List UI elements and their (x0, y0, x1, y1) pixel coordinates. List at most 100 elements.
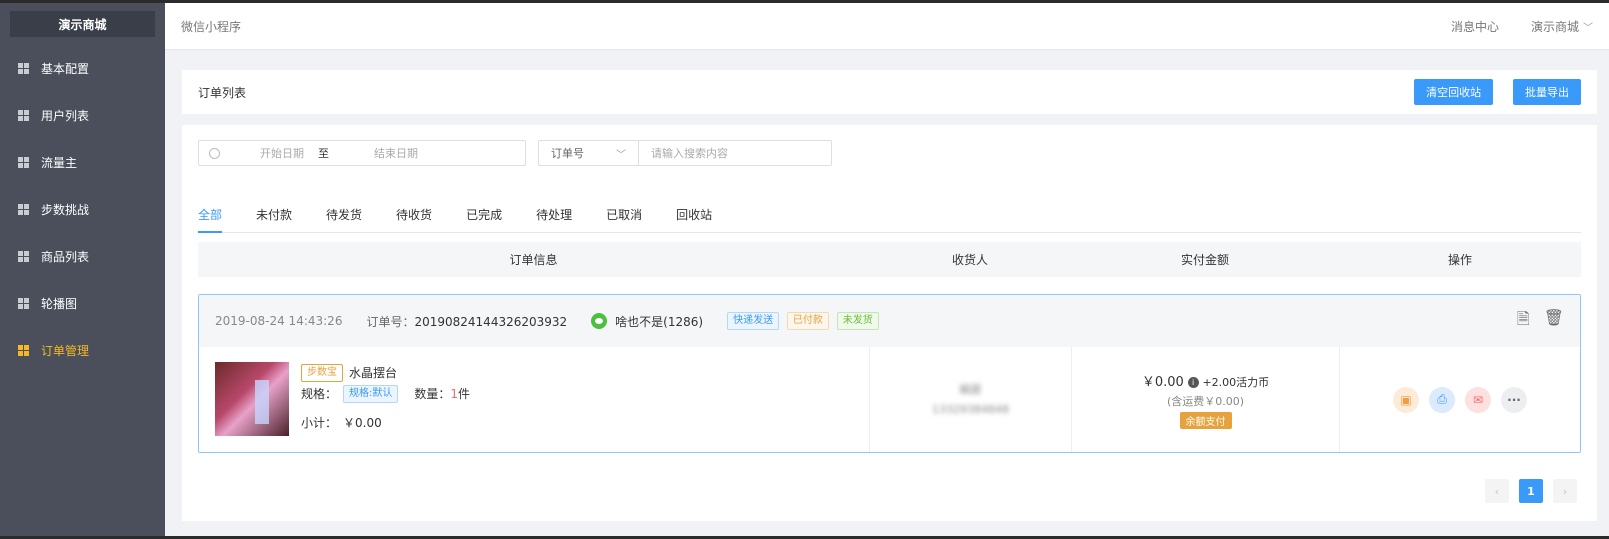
sidebar: 演示商城 基本配置 用户列表 流量主 步数挑战 商品列表 轮播图 订单管理 (0, 3, 165, 536)
coin-amount: +2.00活力币 (1202, 375, 1270, 389)
tab-unpaid[interactable]: 未付款 (256, 205, 292, 233)
store-name: 演示商城 (1530, 19, 1579, 34)
search-input[interactable] (639, 141, 831, 165)
topbar-right: 消息中心 演示商城 ﹀ (1451, 18, 1593, 35)
pay-method-badge: 余额支付 (1179, 411, 1232, 429)
grid-icon (18, 157, 29, 168)
trash-icon[interactable]: 🗑 (1544, 308, 1564, 335)
sidebar-item-carousel[interactable]: 轮播图 (0, 280, 165, 327)
header-amount: 实付金额 (1180, 253, 1229, 267)
header-receiver: 收货人 (951, 253, 988, 267)
tab-cancelled[interactable]: 已取消 (606, 205, 642, 233)
sidebar-item-basic-config[interactable]: 基本配置 (0, 45, 165, 92)
table-header: 订单信息 收货人 实付金额 操作 (198, 242, 1581, 277)
date-range-picker[interactable]: 开始日期 至 结束日期 (198, 140, 526, 166)
tab-to-ship[interactable]: 待发货 (326, 205, 362, 233)
sidebar-item-step-challenge[interactable]: 步数挑战 (0, 186, 165, 233)
sidebar-item-label: 订单管理 (41, 344, 90, 358)
tab-to-receive[interactable]: 待收货 (396, 205, 432, 233)
spec-badge: 规格:默认 (343, 384, 399, 403)
info-icon[interactable]: i (1187, 376, 1199, 388)
sidebar-item-label: 步数挑战 (41, 203, 90, 217)
subtotal-label: 小计： (301, 416, 338, 430)
main-area: 微信小程序 消息中心 演示商城 ﹀ 订单列表 清空回收站 批量导出 开始日期 至 (165, 3, 1609, 536)
sidebar-item-label: 用户列表 (41, 109, 90, 123)
sidebar-item-label: 基本配置 (41, 62, 90, 76)
clock-icon (209, 147, 220, 159)
order-header: 2019-08-24 14:43:26 订单号：2019082414432620… (199, 295, 1580, 347)
tab-completed[interactable]: 已完成 (466, 205, 502, 233)
actions-cell: ▣ ⎙ ✉ ··· (1340, 347, 1580, 452)
order-card: 2019-08-24 14:43:26 订单号：2019082414432620… (198, 294, 1581, 453)
breadcrumb[interactable]: 微信小程序 (181, 18, 241, 35)
search-type-value: 订单号 (551, 147, 584, 160)
order-number-label: 订单号： (366, 314, 415, 329)
order-content-card: 开始日期 至 结束日期 订单号 ﹀ 全部 未付款 待发货 待收货 已完成 (182, 125, 1597, 521)
qty-value: 1 (450, 386, 459, 401)
buyer-name: 啥也不是(1286) (615, 314, 704, 329)
start-date-input[interactable]: 开始日期 (260, 145, 304, 161)
paid-amount: ￥0.00 (1141, 374, 1184, 390)
note-edit-icon[interactable]: 🗎 (1517, 308, 1530, 335)
chevron-down-icon: ﹀ (1583, 22, 1593, 34)
brand-logo[interactable]: 演示商城 (10, 11, 155, 37)
sidebar-item-user-list[interactable]: 用户列表 (0, 92, 165, 139)
prev-page-button[interactable]: ‹ (1485, 479, 1509, 503)
page-header-card: 订单列表 清空回收站 批量导出 (182, 70, 1597, 114)
page-number-button[interactable]: 1 (1519, 479, 1543, 503)
page-title: 订单列表 (198, 85, 247, 100)
sidebar-item-label: 轮播图 (41, 297, 78, 311)
order-time: 2019-08-24 14:43:26 (215, 314, 343, 328)
shipping-fee: (含运费￥0.00) (1166, 394, 1245, 408)
order-tags: 快递发送 已付款 未发货 (723, 312, 879, 330)
batch-export-button[interactable]: 批量导出 (1513, 79, 1581, 105)
sidebar-item-label: 商品列表 (41, 250, 90, 264)
wechat-icon (591, 313, 608, 329)
product-thumbnail[interactable] (215, 362, 289, 436)
receiver-phone: 13329384848 (932, 402, 1009, 416)
header-actions: 操作 (1447, 253, 1472, 267)
app-frame: 演示商城 基本配置 用户列表 流量主 步数挑战 商品列表 轮播图 订单管理 微信… (0, 0, 1609, 539)
receiver-cell: 蜗居 13329384848 (870, 347, 1072, 452)
product-name[interactable]: 水晶摆台 (349, 364, 397, 381)
sidebar-item-order-management[interactable]: 订单管理 (0, 327, 165, 374)
search-group: 订单号 ﹀ (538, 140, 832, 166)
more-icon[interactable]: ··· (1501, 386, 1527, 413)
tab-all[interactable]: 全部 (198, 205, 223, 233)
message-center-link[interactable]: 消息中心 (1451, 18, 1499, 35)
next-page-button[interactable]: › (1553, 479, 1577, 503)
qty-unit: 件 (458, 387, 471, 401)
grid-icon (18, 345, 29, 356)
page-actions: 清空回收站 批量导出 (1398, 79, 1581, 105)
search-type-select[interactable]: 订单号 ﹀ (539, 141, 639, 165)
archive-icon[interactable]: ▣ (1393, 386, 1419, 413)
filter-row: 开始日期 至 结束日期 订单号 ﹀ (198, 140, 832, 166)
sidebar-item-product-list[interactable]: 商品列表 (0, 233, 165, 280)
status-badge-paid: 已付款 (786, 312, 829, 330)
store-dropdown[interactable]: 演示商城 ﹀ (1531, 18, 1593, 35)
print-icon[interactable]: ⎙ (1429, 386, 1455, 413)
order-number-value: 20190824144326203932 (414, 314, 568, 329)
topbar: 微信小程序 消息中心 演示商城 ﹀ (165, 3, 1609, 50)
order-number: 订单号：20190824144326203932 (366, 313, 567, 330)
date-separator: 至 (318, 147, 329, 160)
sidebar-item-traffic-owner[interactable]: 流量主 (0, 139, 165, 186)
order-body: 步数宝 水晶摆台 规格： 规格:默认 数量： 1 件 小计： ￥0.00 蜗居 … (199, 347, 1580, 452)
tab-pending[interactable]: 待处理 (536, 205, 572, 233)
end-date-input[interactable]: 结束日期 (374, 145, 418, 161)
pagination: ‹ 1 › (1485, 479, 1577, 503)
clear-recycle-bin-button[interactable]: 清空回收站 (1414, 79, 1494, 105)
product-badge: 步数宝 (301, 363, 343, 382)
product-cell: 步数宝 水晶摆台 规格： 规格:默认 数量： 1 件 小计： ￥0.00 (199, 347, 870, 452)
spec-label: 规格： (301, 387, 338, 401)
qty-label: 数量： (414, 387, 451, 401)
amount-cell: ￥0.00 i +2.00活力币 (含运费￥0.00) 余额支付 (1072, 347, 1340, 452)
chevron-down-icon: ﹀ (616, 149, 626, 161)
grid-icon (18, 110, 29, 121)
order-head-actions: 🗎 🗑 (1517, 308, 1564, 335)
grid-icon (18, 204, 29, 215)
product-info: 步数宝 水晶摆台 规格： 规格:默认 数量： 1 件 小计： ￥0.00 (301, 362, 470, 437)
message-icon[interactable]: ✉ (1465, 386, 1491, 413)
grid-icon (18, 63, 29, 74)
tab-recycle-bin[interactable]: 回收站 (676, 205, 712, 233)
